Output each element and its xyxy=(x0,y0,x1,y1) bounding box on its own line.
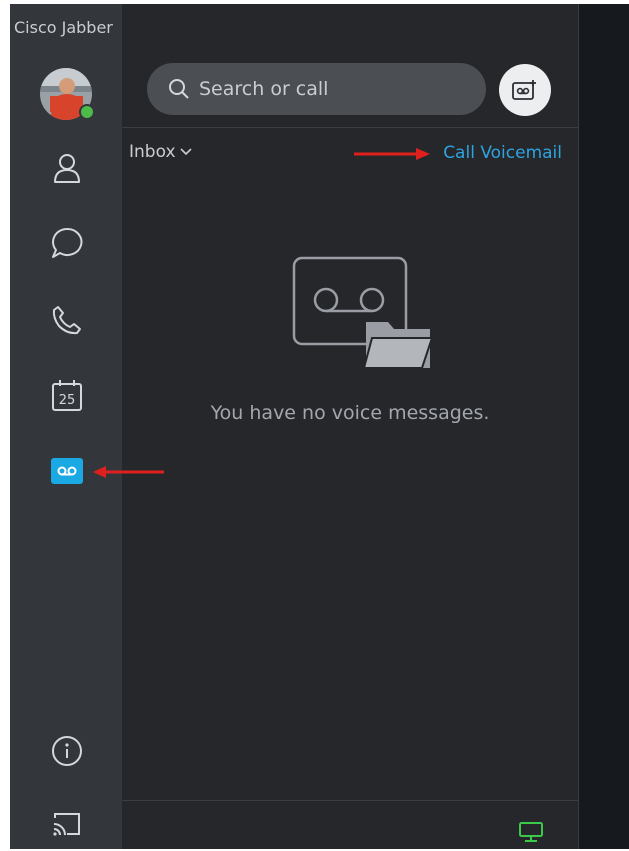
nav-calls-button[interactable] xyxy=(40,293,94,347)
inbox-label: Inbox xyxy=(129,142,176,162)
voicemail-pane: Inbox Call Voicemail You have no voice m… xyxy=(122,4,579,849)
header-divider xyxy=(122,127,578,128)
empty-state-message: You have no voice messages. xyxy=(210,402,490,424)
desk-phone-icon[interactable] xyxy=(518,821,544,843)
phone-icon xyxy=(52,306,81,335)
call-voicemail-link[interactable]: Call Voicemail xyxy=(443,143,562,163)
app-title: Cisco Jabber xyxy=(14,18,113,37)
chevron-down-icon xyxy=(179,148,192,156)
search-bar[interactable] xyxy=(147,63,486,115)
adjacent-window-edge xyxy=(579,4,629,849)
new-voicemail-icon xyxy=(512,80,536,100)
search-icon xyxy=(169,79,189,99)
jabber-window: Cisco Jabber 25 Search or call Inbox Cal… xyxy=(10,4,629,849)
nav-contacts-button[interactable] xyxy=(40,141,94,195)
person-icon xyxy=(54,154,80,183)
empty-voicemail-illustration xyxy=(292,256,434,369)
footer-divider xyxy=(122,800,578,801)
cast-button[interactable] xyxy=(40,797,94,851)
presence-available-indicator xyxy=(79,104,95,120)
info-button[interactable] xyxy=(40,724,94,778)
cast-icon xyxy=(53,813,80,836)
voicemail-icon xyxy=(51,458,83,484)
chat-bubble-icon xyxy=(52,227,83,258)
nav-chats-button[interactable] xyxy=(40,216,94,270)
nav-voicemail-button[interactable] xyxy=(40,444,94,498)
annotation-arrow-voicemail-tab xyxy=(93,466,164,478)
calendar-icon: 25 xyxy=(52,380,82,411)
calendar-day: 25 xyxy=(59,393,76,408)
info-icon xyxy=(52,736,82,766)
search-input[interactable] xyxy=(199,78,459,100)
inbox-dropdown[interactable]: Inbox xyxy=(129,142,192,162)
left-nav-rail: Cisco Jabber 25 xyxy=(10,4,122,849)
nav-meetings-button[interactable]: 25 xyxy=(40,368,94,422)
annotation-arrow-call-voicemail xyxy=(354,148,430,160)
new-voicemail-button[interactable] xyxy=(499,64,551,116)
